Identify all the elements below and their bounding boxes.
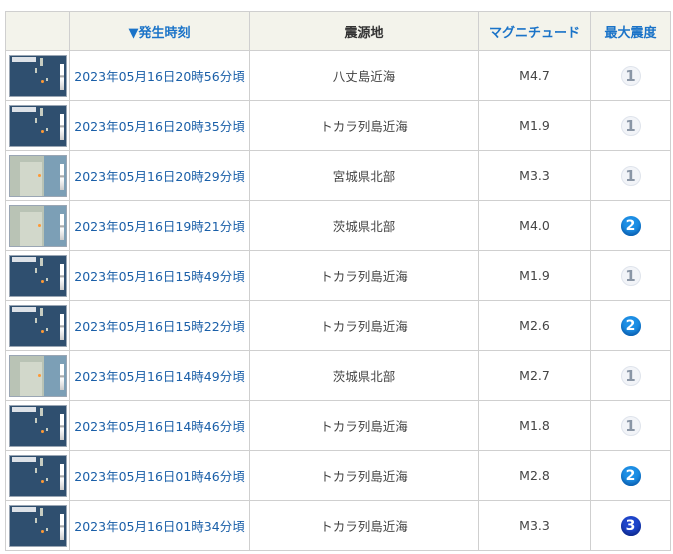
table-row[interactable]: 2023年05月16日01時46分頃 トカラ列島近海 M2.8 2: [5, 450, 671, 501]
time-cell: 2023年05月16日20時35分頃: [69, 100, 250, 151]
epicenter-cell: トカラ列島近海: [249, 500, 479, 551]
epicenter-cell: 宮城県北部: [249, 150, 479, 201]
header-magnitude[interactable]: マグニチュード: [478, 11, 591, 51]
magnitude-cell: M3.3: [478, 500, 591, 551]
quake-detail-link[interactable]: 2023年05月16日01時46分頃: [74, 469, 244, 484]
epicenter-cell: トカラ列島近海: [249, 250, 479, 301]
quake-detail-link[interactable]: 2023年05月16日20時56分頃: [74, 69, 244, 84]
magnitude-cell: M2.8: [478, 450, 591, 501]
intensity-1-icon: 1: [620, 365, 641, 386]
map-thumbnail[interactable]: [8, 104, 67, 147]
thumbnail-cell: [5, 300, 70, 351]
time-cell: 2023年05月16日14時49分頃: [69, 350, 250, 401]
quake-detail-link[interactable]: 2023年05月16日15時22分頃: [74, 319, 244, 334]
magnitude-cell: M2.7: [478, 350, 591, 401]
map-thumbnail[interactable]: [8, 404, 67, 447]
intensity-cell: 2: [590, 450, 671, 501]
intensity-cell: 1: [590, 150, 671, 201]
map-thumbnail[interactable]: [8, 454, 67, 497]
map-thumbnail[interactable]: [8, 254, 67, 297]
time-cell: 2023年05月16日14時46分頃: [69, 400, 250, 451]
map-thumbnail[interactable]: [8, 504, 67, 547]
thumbnail-cell: [5, 400, 70, 451]
magnitude-cell: M2.6: [478, 300, 591, 351]
intensity-1-icon: 1: [620, 415, 641, 436]
map-thumbnail[interactable]: [8, 154, 67, 197]
thumbnail-cell: [5, 200, 70, 251]
intensity-cell: 3: [590, 500, 671, 551]
intensity-cell: 2: [590, 300, 671, 351]
intensity-2-icon: 2: [620, 315, 641, 336]
header-time-sort[interactable]: ▼発生時刻: [69, 11, 250, 51]
thumbnail-cell: [5, 450, 70, 501]
table-row[interactable]: 2023年05月16日20時29分頃 宮城県北部 M3.3 1: [5, 150, 671, 201]
time-cell: 2023年05月16日20時29分頃: [69, 150, 250, 201]
magnitude-cell: M1.9: [478, 250, 591, 301]
epicenter-cell: 茨城県北部: [249, 350, 479, 401]
magnitude-cell: M1.9: [478, 100, 591, 151]
table-header-row: ▼発生時刻 震源地 マグニチュード 最大震度: [5, 11, 671, 51]
header-epicenter: 震源地: [249, 11, 479, 51]
header-max-intensity[interactable]: 最大震度: [590, 11, 671, 51]
table-row[interactable]: 2023年05月16日01時34分頃 トカラ列島近海 M3.3 3: [5, 500, 671, 551]
map-thumbnail[interactable]: [8, 54, 67, 97]
time-cell: 2023年05月16日01時46分頃: [69, 450, 250, 501]
epicenter-cell: トカラ列島近海: [249, 400, 479, 451]
table-row[interactable]: 2023年05月16日15時49分頃 トカラ列島近海 M1.9 1: [5, 250, 671, 301]
thumbnail-cell: [5, 500, 70, 551]
map-thumbnail[interactable]: [8, 354, 67, 397]
magnitude-cell: M4.7: [478, 50, 591, 101]
quake-detail-link[interactable]: 2023年05月16日14時46分頃: [74, 419, 244, 434]
epicenter-cell: トカラ列島近海: [249, 100, 479, 151]
intensity-cell: 1: [590, 50, 671, 101]
time-cell: 2023年05月16日15時22分頃: [69, 300, 250, 351]
magnitude-cell: M4.0: [478, 200, 591, 251]
time-cell: 2023年05月16日15時49分頃: [69, 250, 250, 301]
table-row[interactable]: 2023年05月16日19時21分頃 茨城県北部 M4.0 2: [5, 200, 671, 251]
table-row[interactable]: 2023年05月16日15時22分頃 トカラ列島近海 M2.6 2: [5, 300, 671, 351]
time-cell: 2023年05月16日01時34分頃: [69, 500, 250, 551]
intensity-1-icon: 1: [620, 65, 641, 86]
table-row[interactable]: 2023年05月16日20時35分頃 トカラ列島近海 M1.9 1: [5, 100, 671, 151]
intensity-1-icon: 1: [620, 265, 641, 286]
quake-detail-link[interactable]: 2023年05月16日20時29分頃: [74, 169, 244, 184]
epicenter-cell: トカラ列島近海: [249, 300, 479, 351]
quake-detail-link[interactable]: 2023年05月16日01時34分頃: [74, 519, 244, 534]
intensity-2-icon: 2: [620, 465, 641, 486]
quake-detail-link[interactable]: 2023年05月16日19時21分頃: [74, 219, 244, 234]
time-cell: 2023年05月16日20時56分頃: [69, 50, 250, 101]
intensity-cell: 1: [590, 100, 671, 151]
time-cell: 2023年05月16日19時21分頃: [69, 200, 250, 251]
map-thumbnail[interactable]: [8, 204, 67, 247]
thumbnail-cell: [5, 100, 70, 151]
intensity-cell: 1: [590, 350, 671, 401]
intensity-cell: 1: [590, 400, 671, 451]
intensity-1-icon: 1: [620, 165, 641, 186]
earthquake-table: ▼発生時刻 震源地 マグニチュード 最大震度 2023年05月16日20時56分…: [5, 11, 671, 551]
map-thumbnail[interactable]: [8, 304, 67, 347]
thumbnail-cell: [5, 250, 70, 301]
intensity-1-icon: 1: [620, 115, 641, 136]
magnitude-cell: M3.3: [478, 150, 591, 201]
epicenter-cell: トカラ列島近海: [249, 450, 479, 501]
quake-detail-link[interactable]: 2023年05月16日20時35分頃: [74, 119, 244, 134]
thumbnail-cell: [5, 50, 70, 101]
header-image: [5, 11, 70, 51]
table-row[interactable]: 2023年05月16日20時56分頃 八丈島近海 M4.7 1: [5, 50, 671, 101]
thumbnail-cell: [5, 350, 70, 401]
epicenter-cell: 八丈島近海: [249, 50, 479, 101]
intensity-cell: 2: [590, 200, 671, 251]
table-row[interactable]: 2023年05月16日14時49分頃 茨城県北部 M2.7 1: [5, 350, 671, 401]
thumbnail-cell: [5, 150, 70, 201]
table-row[interactable]: 2023年05月16日14時46分頃 トカラ列島近海 M1.8 1: [5, 400, 671, 451]
quake-detail-link[interactable]: 2023年05月16日15時49分頃: [74, 269, 244, 284]
intensity-3-icon: 3: [620, 515, 641, 536]
magnitude-cell: M1.8: [478, 400, 591, 451]
intensity-cell: 1: [590, 250, 671, 301]
intensity-2-icon: 2: [620, 215, 641, 236]
quake-detail-link[interactable]: 2023年05月16日14時49分頃: [74, 369, 244, 384]
epicenter-cell: 茨城県北部: [249, 200, 479, 251]
